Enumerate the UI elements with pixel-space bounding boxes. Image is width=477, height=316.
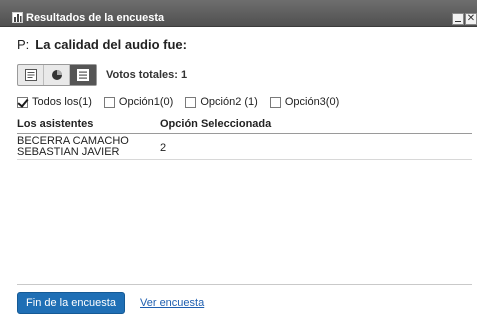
table-row: BECERRA CAMACHO SEBASTIAN JAVIER 2 [17, 134, 472, 160]
end-poll-button[interactable]: Fin de la encuesta [17, 292, 125, 314]
filter-option3-label: Opción3(0) [284, 96, 340, 108]
filter-option3[interactable]: Opción3(0) [269, 96, 340, 108]
option-filters: Todos los(1) Opción1(0) Opción2 (1) Opci… [17, 96, 351, 108]
list-view-icon[interactable] [18, 65, 44, 85]
filter-option3-checkbox[interactable] [269, 96, 281, 108]
filter-option2[interactable]: Opción2 (1) [185, 96, 258, 108]
pie-chart-icon[interactable] [44, 65, 70, 85]
column-header-selected-option: Opción Seleccionada [160, 118, 272, 130]
question-text: La calidad del audio fue: [35, 37, 187, 52]
view-toggle [17, 64, 97, 86]
list-divider [17, 284, 472, 285]
filter-all-checkbox[interactable] [17, 96, 28, 108]
filter-option2-label: Opción2 (1) [200, 96, 258, 108]
filter-all[interactable]: Todos los(1) [17, 96, 92, 108]
view-poll-link[interactable]: Ver encuesta [140, 297, 204, 309]
total-votes: Votos totales: 1 [106, 69, 188, 81]
filter-option1-checkbox[interactable] [103, 96, 115, 108]
question-prefix: P: [17, 37, 30, 52]
question: P: La calidad del audio fue: [17, 37, 187, 52]
column-header-attendees: Los asistentes [17, 118, 94, 130]
bar-chart-icon [12, 12, 23, 23]
filter-option2-checkbox[interactable] [185, 96, 197, 108]
filter-option1-label: Opción1(0) [118, 96, 174, 108]
table-view-icon[interactable] [70, 65, 96, 85]
selected-option: 2 [160, 142, 167, 154]
minimize-button[interactable] [452, 13, 464, 25]
filter-all-label: Todos los(1) [32, 96, 92, 108]
table-header: Los asistentes Opción Seleccionada [17, 116, 472, 134]
close-button[interactable]: ✕ [465, 13, 477, 25]
window-title: Resultados de la encuesta [26, 12, 165, 24]
title-bar: Resultados de la encuesta ✕ [0, 0, 477, 27]
filter-option1[interactable]: Opción1(0) [103, 96, 174, 108]
attendee-name: BECERRA CAMACHO SEBASTIAN JAVIER [17, 135, 129, 158]
